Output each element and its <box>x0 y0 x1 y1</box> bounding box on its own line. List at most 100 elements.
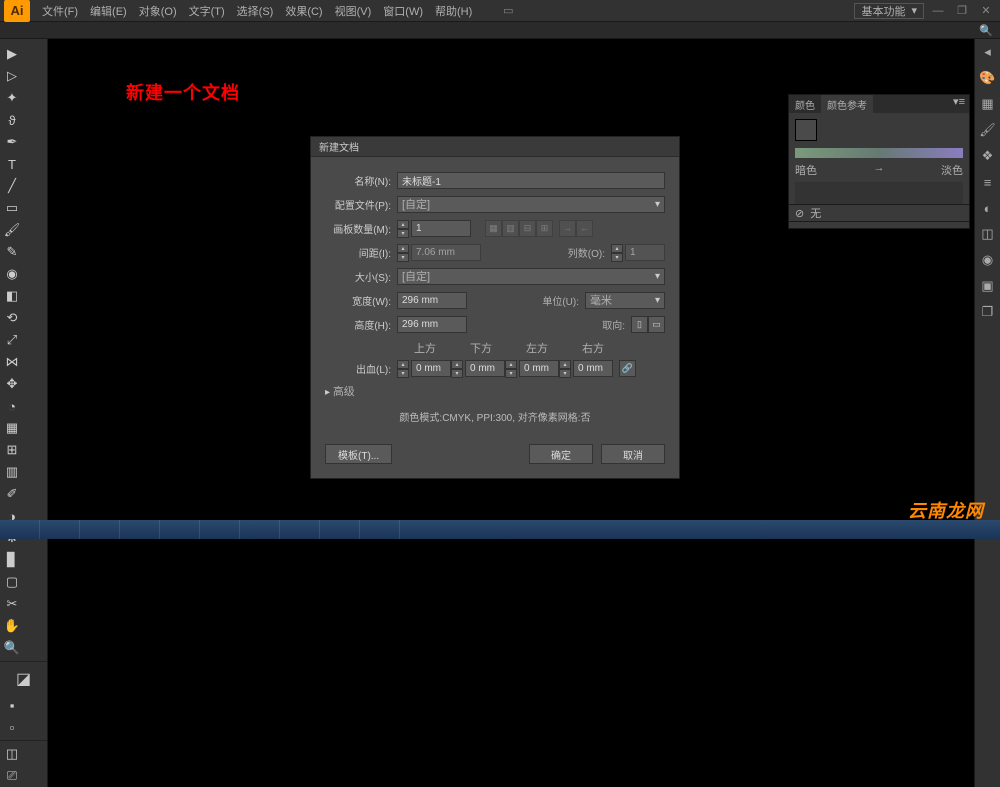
color-mode-icon[interactable]: ▪ <box>0 694 24 716</box>
gradient-panel-icon[interactable]: ◐ <box>979 199 997 217</box>
close-icon[interactable]: ✕ <box>976 3 996 19</box>
bleed-left-stepper[interactable]: ▴▾ <box>505 360 517 377</box>
workspace-switcher[interactable]: 基本功能 ▾ <box>854 3 924 19</box>
menu-edit[interactable]: 编辑(E) <box>84 0 133 22</box>
bleed-label: 出血(L): <box>325 361 397 376</box>
menu-object[interactable]: 对象(O) <box>133 0 183 22</box>
units-label: 单位(U): <box>542 293 585 308</box>
eraser-tool[interactable]: ◧ <box>0 285 24 307</box>
shape-builder-tool[interactable]: ◔ <box>0 395 24 417</box>
menu-file[interactable]: 文件(F) <box>36 0 84 22</box>
row-icon: ⊟ <box>519 220 536 237</box>
units-select[interactable]: 毫米 <box>585 292 665 309</box>
screen-mode-icon[interactable]: ⎚ <box>0 765 24 787</box>
scale-tool[interactable]: ⤢ <box>0 329 24 351</box>
menu-select[interactable]: 选择(S) <box>231 0 280 22</box>
color-panel-icon[interactable]: 🎨 <box>979 69 997 87</box>
panel-menu-icon[interactable]: ▾≡ <box>949 95 969 113</box>
none-label: 无 <box>810 205 821 221</box>
os-taskbar[interactable] <box>0 520 1000 539</box>
graphic-styles-panel-icon[interactable]: ▣ <box>979 277 997 295</box>
name-input[interactable] <box>397 172 665 189</box>
selection-tool[interactable]: ▶ <box>0 43 24 65</box>
size-select[interactable]: [自定] <box>397 268 665 285</box>
bleed-bottom-stepper[interactable]: ▴▾ <box>451 360 463 377</box>
height-input[interactable] <box>397 316 467 333</box>
free-transform-tool[interactable]: ✥ <box>0 373 24 395</box>
perspective-tool[interactable]: ▦ <box>0 417 24 439</box>
direct-selection-tool[interactable]: ▷ <box>0 65 24 87</box>
cancel-button[interactable]: 取消 <box>601 444 665 464</box>
base-color-swatch[interactable] <box>795 119 817 141</box>
layers-panel-icon[interactable]: ❐ <box>979 303 997 321</box>
restore-icon[interactable]: ❐ <box>952 3 972 19</box>
bleed-right-input[interactable] <box>573 360 613 377</box>
menu-window[interactable]: 窗口(W) <box>377 0 429 22</box>
control-bar: 🔍 <box>0 22 1000 39</box>
advanced-toggle[interactable]: ▸ 高级 <box>325 383 665 399</box>
pen-tool[interactable]: ✒ <box>0 131 24 153</box>
ok-button[interactable]: 确定 <box>529 444 593 464</box>
spacing-stepper[interactable]: ▴▾ <box>397 244 409 261</box>
bleed-top-input[interactable] <box>411 360 451 377</box>
artboards-input[interactable] <box>411 220 471 237</box>
harmony-bar[interactable] <box>795 148 963 158</box>
bleed-right-stepper[interactable]: ▴▾ <box>559 360 571 377</box>
portrait-icon[interactable]: ▯ <box>631 316 648 333</box>
artboards-stepper[interactable]: ▴▾ <box>397 220 409 237</box>
draw-mode-icon[interactable]: ◫ <box>0 743 24 765</box>
cols-stepper[interactable]: ▴▾ <box>611 244 623 261</box>
rectangle-tool[interactable]: ▭ <box>0 197 24 219</box>
gradient-tool[interactable]: ▥ <box>0 461 24 483</box>
pencil-tool[interactable]: ✎ <box>0 241 24 263</box>
expand-panels-icon[interactable]: ◂ <box>979 43 997 61</box>
blob-brush-tool[interactable]: ◉ <box>0 263 24 285</box>
minimize-icon[interactable]: — <box>928 3 948 19</box>
rotate-tool[interactable]: ⟲ <box>0 307 24 329</box>
type-tool[interactable]: T <box>0 153 24 175</box>
color-guide-tab[interactable]: 颜色参考 <box>821 95 873 113</box>
menu-help[interactable]: 帮助(H) <box>429 0 478 22</box>
menu-type[interactable]: 文字(T) <box>183 0 231 22</box>
width-tool[interactable]: ⋈ <box>0 351 24 373</box>
symbols-panel-icon[interactable]: ❖ <box>979 147 997 165</box>
cols-input <box>625 244 665 261</box>
search-icon[interactable]: 🔍 <box>978 22 994 38</box>
bleed-right-hdr: 右方 <box>565 340 621 356</box>
lasso-tool[interactable]: ϑ <box>0 109 24 131</box>
color-tab[interactable]: 颜色 <box>789 95 821 113</box>
landscape-icon[interactable]: ▭ <box>648 316 665 333</box>
eyedropper-tool[interactable]: ✐ <box>0 483 24 505</box>
swatches-panel-icon[interactable]: ▦ <box>979 95 997 113</box>
link-bleed-icon[interactable]: 🔗 <box>619 360 636 377</box>
bleed-left-input[interactable] <box>519 360 559 377</box>
menu-effect[interactable]: 效果(C) <box>279 0 328 22</box>
magic-wand-tool[interactable]: ✦ <box>0 87 24 109</box>
mesh-tool[interactable]: ⊞ <box>0 439 24 461</box>
stroke-mini-panel[interactable]: ⊘ 无 <box>788 204 970 222</box>
width-input[interactable] <box>397 292 467 309</box>
hand-tool[interactable]: ✋ <box>0 615 24 637</box>
cols-label: 列数(O): <box>568 245 611 260</box>
doc-layout-icon[interactable]: ▭ <box>498 3 518 19</box>
grid-by-row-icon: ▦ <box>485 220 502 237</box>
column-graph-tool[interactable]: ▊ <box>0 549 24 571</box>
zoom-tool[interactable]: 🔍 <box>0 637 24 659</box>
paintbrush-tool[interactable]: 🖌 <box>0 219 24 241</box>
line-tool[interactable]: ╱ <box>0 175 24 197</box>
stroke-panel-icon[interactable]: ≡ <box>979 173 997 191</box>
bleed-top-stepper[interactable]: ▴▾ <box>397 360 409 377</box>
profile-select[interactable]: [自定] <box>397 196 665 213</box>
bleed-bottom-input[interactable] <box>465 360 505 377</box>
gradient-mode-icon[interactable]: ▫ <box>0 716 24 738</box>
template-button[interactable]: 模板(T)... <box>325 444 392 464</box>
transparency-panel-icon[interactable]: ◫ <box>979 225 997 243</box>
fill-stroke-swatch[interactable]: ◪ <box>0 664 47 694</box>
color-mode-text: 颜色模式:CMYK, PPI:300, 对齐像素网格:否 <box>325 409 665 424</box>
appearance-panel-icon[interactable]: ◉ <box>979 251 997 269</box>
brushes-panel-icon[interactable]: 🖌 <box>979 121 997 139</box>
menu-view[interactable]: 视图(V) <box>329 0 378 22</box>
spacing-input <box>411 244 481 261</box>
slice-tool[interactable]: ✂ <box>0 593 24 615</box>
artboard-tool[interactable]: ▢ <box>0 571 24 593</box>
